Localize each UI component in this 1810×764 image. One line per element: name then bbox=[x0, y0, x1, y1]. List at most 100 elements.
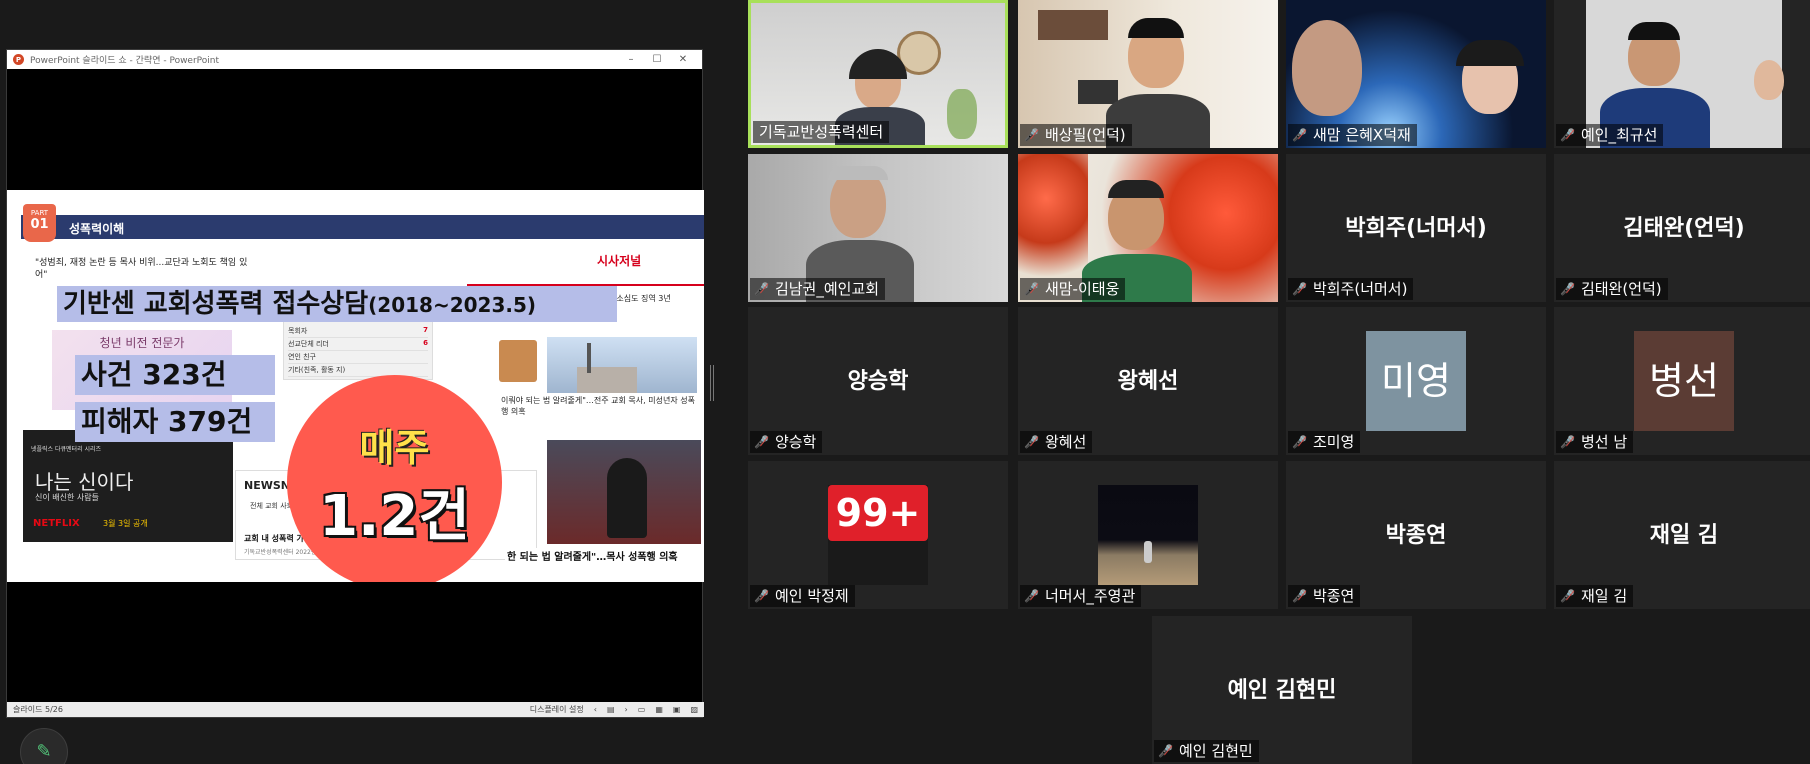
slide-counter: 슬라이드 5/26 bbox=[13, 705, 63, 714]
mic-muted-icon: 🎤̸ bbox=[1560, 435, 1575, 449]
participant-nameplate: 🎤̸ 너머서_주영관 bbox=[1020, 585, 1142, 607]
news-caption: 한 되는 법 알려줄게"…목사 성폭행 의혹 bbox=[505, 548, 680, 563]
slide-canvas: PART 01 성폭력이해 "성범죄, 재정 논란 등 목사 비위...교단과 … bbox=[7, 190, 704, 582]
mic-muted-icon: 🎤̸ bbox=[754, 435, 769, 449]
mic-muted-icon: 🎤̸ bbox=[754, 282, 769, 296]
reading-view-icon[interactable]: ▣ bbox=[673, 705, 681, 714]
participant-nameplate: 🎤̸ 김남권_예인교회 bbox=[750, 278, 886, 300]
participant-nameplate: 🎤̸ 새맘-이태웅 bbox=[1020, 278, 1126, 300]
notification-badge: 99+ bbox=[828, 485, 928, 541]
participant-nameplate: 🎤̸ 새맘 은혜X덕재 bbox=[1288, 124, 1417, 146]
participant-nameplate: 🎤̸ 왕혜선 bbox=[1020, 431, 1093, 453]
participant-tile[interactable]: 🎤̸ 예인_최규선 bbox=[1554, 0, 1810, 148]
participant-nameplate: 🎤̸ 조미영 bbox=[1288, 431, 1361, 453]
offender-list-card: 목회자 7 선교단체 리더 6 연인 친구 기타(친족, 활동 지) bbox=[283, 320, 433, 380]
ppt-window-title: PowerPoint 슬라이드 쇼 - 간략연 - PowerPoint bbox=[30, 56, 220, 66]
mic-muted-icon: 🎤̸ bbox=[754, 589, 769, 603]
slide-section-title: 성폭력이해 bbox=[69, 222, 125, 236]
ppt-titlebar: P PowerPoint 슬라이드 쇼 - 간략연 - PowerPoint –… bbox=[7, 50, 702, 69]
participant-tile[interactable]: 박희주(너머서) 🎤̸ 박희주(너머서) bbox=[1286, 154, 1546, 302]
portrait-photo bbox=[499, 340, 537, 382]
mic-muted-icon: 🎤̸ bbox=[1292, 282, 1307, 296]
close-icon[interactable]: ✕ bbox=[670, 54, 696, 65]
weekly-stat-circle: 매주 1.2건 bbox=[287, 375, 502, 582]
powerpoint-logo-icon: P bbox=[13, 54, 24, 65]
news-video-thumb bbox=[547, 440, 701, 544]
participant-nameplate: 🎤̸ 재일 김 bbox=[1556, 585, 1634, 607]
sisa-journal-logo: 시사저널 bbox=[597, 254, 642, 268]
participant-display-name: 박희주(너머서) bbox=[1345, 216, 1487, 241]
slide-sorter-icon[interactable]: ▤ bbox=[607, 705, 615, 714]
victim-count: 피해자 379건 bbox=[75, 402, 275, 442]
participant-nameplate: 🎤̸ 예인 김현민 bbox=[1154, 740, 1259, 762]
participant-display-name: 예인 김현민 bbox=[1227, 678, 1337, 703]
participant-tile[interactable]: 왕혜선 🎤̸ 왕혜선 bbox=[1018, 307, 1278, 455]
participant-tile[interactable]: 🎤̸ 배상필(언덕) bbox=[1018, 0, 1278, 148]
case-count: 사건 323건 bbox=[75, 355, 275, 395]
mic-muted-icon: 🎤̸ bbox=[1560, 128, 1575, 142]
shared-powerpoint-window: P PowerPoint 슬라이드 쇼 - 간략연 - PowerPoint –… bbox=[6, 49, 704, 718]
next-slide-button[interactable]: › bbox=[625, 705, 628, 714]
participant-tile[interactable]: 🎤̸ 새맘-이태웅 bbox=[1018, 154, 1278, 302]
participant-tile[interactable]: 김태완(언덕) 🎤̸ 김태완(언덕) bbox=[1554, 154, 1810, 302]
netflix-poster: 넷플릭스 다큐멘터리 시리즈 나는 신이다 신이 배신한 사람들 NETFLIX… bbox=[23, 430, 233, 542]
participant-tile[interactable]: 🎤̸ 너머서_주영관 bbox=[1018, 461, 1278, 609]
mic-muted-icon: 🎤̸ bbox=[1292, 128, 1307, 142]
participant-tile[interactable]: 🎤̸ 새맘 은혜X덕재 bbox=[1286, 0, 1546, 148]
prev-slide-button[interactable]: ‹ bbox=[594, 705, 597, 714]
participant-tile[interactable]: 박종연 🎤̸ 박종연 bbox=[1286, 461, 1546, 609]
news-right-snippet: 향소심도 징역 3년 bbox=[609, 294, 671, 303]
mic-muted-icon: 🎤̸ bbox=[1158, 744, 1173, 758]
participant-avatar: 병선 bbox=[1634, 331, 1734, 431]
mic-muted-icon: 🎤̸ bbox=[1024, 589, 1039, 603]
annotate-pen-icon[interactable]: ✎ bbox=[20, 728, 68, 764]
mic-muted-icon: 🎤̸ bbox=[1292, 435, 1307, 449]
participant-nameplate: 🎤̸ 예인_최규선 bbox=[1556, 124, 1664, 146]
mic-muted-icon: 🎤̸ bbox=[1560, 282, 1575, 296]
zoom-meeting-window: P PowerPoint 슬라이드 쇼 - 간략연 - PowerPoint –… bbox=[0, 0, 1810, 764]
participant-tile[interactable]: 병선 🎤̸ 병선 남 bbox=[1554, 307, 1810, 455]
normal-view-icon[interactable]: ▭ bbox=[638, 705, 646, 714]
mic-muted-icon: 🎤̸ bbox=[1024, 128, 1039, 142]
participant-tile[interactable]: 99+ 🎤̸ 예인 박정제 bbox=[748, 461, 1008, 609]
mic-muted-icon: 🎤̸ bbox=[1292, 589, 1307, 603]
news-headline-small: "성범죄, 재정 논란 등 목사 비위...교단과 노회도 책임 있어" bbox=[35, 258, 248, 280]
minimize-icon[interactable]: – bbox=[618, 54, 644, 65]
mic-muted-icon: 🎤̸ bbox=[1024, 435, 1039, 449]
participant-avatar bbox=[1098, 485, 1198, 585]
participant-display-name: 재일 김 bbox=[1649, 523, 1719, 548]
participant-tile[interactable]: 예인 김현민 🎤̸ 예인 김현민 bbox=[1152, 616, 1412, 764]
participant-nameplate: 기독교반성폭력센터 bbox=[753, 121, 890, 143]
participant-nameplate: 🎤̸ 박희주(너머서) bbox=[1288, 278, 1414, 300]
mic-muted-icon: 🎤̸ bbox=[1024, 282, 1039, 296]
news-line-text: 이뤄야 되는 법 알려줄게"…전주 교회 목사, 미성년자 성폭행 의혹 bbox=[501, 396, 695, 416]
participant-nameplate: 🎤̸ 박종연 bbox=[1288, 585, 1361, 607]
participant-display-name: 김태완(언덕) bbox=[1623, 216, 1745, 241]
mic-muted-icon: 🎤̸ bbox=[1560, 589, 1575, 603]
display-settings-button[interactable]: 디스플레이 설정 bbox=[530, 704, 584, 715]
participant-display-name: 양승학 bbox=[847, 369, 909, 394]
slide-main-title: 기반센 교회성폭력 접수상담(2018~2023.5) bbox=[57, 286, 617, 322]
slideshow-view-icon[interactable]: ▨ bbox=[690, 705, 698, 714]
panel-splitter-handle[interactable] bbox=[710, 365, 714, 401]
church-photo bbox=[547, 337, 697, 393]
participant-avatar: 99+ bbox=[828, 485, 928, 585]
part-badge: PART 01 bbox=[23, 204, 56, 242]
sorter-view-icon[interactable]: ▦ bbox=[655, 705, 663, 714]
participant-nameplate: 🎤̸ 예인 박정제 bbox=[750, 585, 855, 607]
participant-avatar: 미영 bbox=[1366, 331, 1466, 431]
participant-tile[interactable]: 미영 🎤̸ 조미영 bbox=[1286, 307, 1546, 455]
participant-tile[interactable]: 재일 김 🎤̸ 재일 김 bbox=[1554, 461, 1810, 609]
participant-tile[interactable]: 기독교반성폭력센터 bbox=[748, 0, 1008, 148]
ppt-status-bar: 슬라이드 5/26 디스플레이 설정 ‹ ▤ › ▭ ▦ ▣ ▨ bbox=[7, 702, 704, 717]
news-nav-strip bbox=[467, 276, 704, 286]
participant-nameplate: 🎤̸ 김태완(언덕) bbox=[1556, 278, 1668, 300]
participant-display-name: 왕혜선 bbox=[1117, 369, 1179, 394]
participant-tile[interactable]: 🎤̸ 김남권_예인교회 bbox=[748, 154, 1008, 302]
participant-nameplate: 🎤̸ 병선 남 bbox=[1556, 431, 1634, 453]
maximize-icon[interactable]: ☐ bbox=[644, 54, 670, 65]
participant-tile[interactable]: 양승학 🎤̸ 양승학 bbox=[748, 307, 1008, 455]
participant-nameplate: 🎤̸ 양승학 bbox=[750, 431, 823, 453]
participant-nameplate: 🎤̸ 배상필(언덕) bbox=[1020, 124, 1132, 146]
participant-display-name: 박종연 bbox=[1385, 523, 1447, 548]
